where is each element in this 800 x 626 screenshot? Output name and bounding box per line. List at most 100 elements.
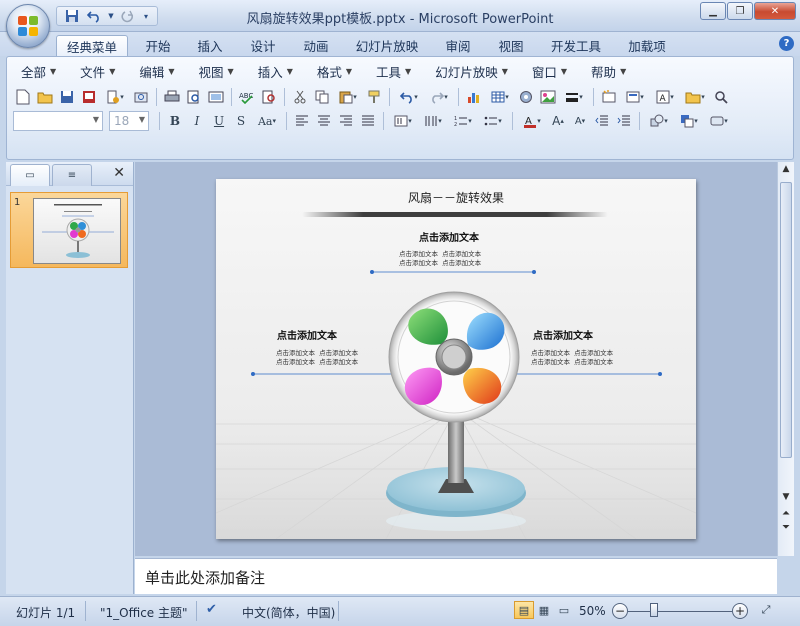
notes-pane[interactable]: 单击此处添加备注 — [135, 558, 777, 594]
restore-button[interactable]: ❐ — [727, 2, 753, 20]
menu-window[interactable]: 窗口 ▼ — [524, 61, 575, 81]
slide-thumbnail[interactable] — [33, 198, 121, 264]
print-icon[interactable] — [162, 87, 182, 107]
tab-slides[interactable]: ▭ — [10, 164, 50, 186]
bullets-icon[interactable]: ▾ — [479, 111, 507, 131]
open-folder-icon[interactable] — [35, 87, 55, 107]
tab-home[interactable]: 开始 — [138, 35, 178, 56]
clipart-icon[interactable] — [516, 87, 536, 107]
normal-view-icon[interactable]: ▤ — [514, 601, 534, 619]
tab-design[interactable]: 设计 — [243, 35, 283, 56]
language-indicator[interactable]: 中文(简体，中国) — [242, 604, 335, 621]
shadow-icon[interactable]: S — [231, 111, 251, 131]
help-icon[interactable]: ? — [779, 36, 794, 51]
align-center-icon[interactable] — [314, 111, 334, 131]
zoom-slider-track[interactable] — [628, 611, 732, 612]
tab-insert[interactable]: 插入 — [190, 35, 230, 56]
slideshow-view-icon[interactable]: ▭ — [554, 601, 574, 619]
line-style-icon[interactable]: ▾ — [560, 87, 588, 107]
tab-classic-menu[interactable]: 经典菜单 — [56, 35, 128, 56]
next-slide-icon[interactable]: ⏷ — [778, 522, 794, 533]
close-button[interactable]: ✕ — [754, 2, 796, 20]
tab-outline[interactable]: ≡ — [52, 164, 92, 186]
tab-review[interactable]: 审阅 — [438, 35, 478, 56]
previous-slide-icon[interactable]: ⏶ — [778, 508, 794, 519]
zoom-in-icon[interactable]: + — [732, 603, 748, 619]
spell-check-icon[interactable]: ✔ — [206, 602, 217, 617]
new-document-icon[interactable] — [13, 87, 33, 107]
text-direction-icon[interactable]: ▾ — [389, 111, 417, 131]
tab-slideshow[interactable]: 幻灯片放映 — [352, 35, 422, 56]
shrink-font-icon[interactable]: A ▾ — [570, 111, 590, 131]
zoom-out-icon[interactable]: − — [612, 603, 628, 619]
shapes-icon[interactable]: ▾ — [645, 111, 673, 131]
undo-icon[interactable] — [85, 8, 103, 24]
save-as-pdf-icon[interactable] — [79, 87, 99, 107]
search-icon[interactable] — [711, 87, 731, 107]
save-icon[interactable] — [57, 87, 77, 107]
paste-icon[interactable]: ▾ — [334, 87, 362, 107]
zoom-slider-thumb[interactable] — [650, 603, 658, 617]
menu-tools[interactable]: 工具 ▼ — [368, 61, 419, 81]
layout-icon[interactable]: ▾ — [621, 87, 649, 107]
justify-icon[interactable] — [358, 111, 378, 131]
format-painter-icon[interactable] — [364, 87, 384, 107]
redo-icon[interactable]: ▾ — [425, 87, 453, 107]
grow-font-icon[interactable]: A ▴ — [548, 111, 568, 131]
arrange-icon[interactable]: ▾ — [675, 111, 703, 131]
copy-icon[interactable] — [312, 87, 332, 107]
table-icon[interactable]: ▾ — [486, 87, 514, 107]
tab-addins[interactable]: 加载项 — [622, 35, 672, 56]
fit-to-window-icon[interactable]: ⤢ — [756, 601, 776, 619]
new-slide-icon[interactable] — [599, 87, 619, 107]
font-color-icon[interactable]: A ▾ — [518, 111, 546, 131]
minimize-button[interactable]: ▁ — [700, 2, 726, 20]
scrollbar-thumb[interactable] — [780, 182, 792, 458]
menu-view[interactable]: 视图 ▼ — [191, 61, 242, 81]
numbering-icon[interactable]: 1 2 ▾ — [449, 111, 477, 131]
slide-thumbnail-selected[interactable]: 1 — [10, 192, 128, 268]
tab-view[interactable]: 视图 — [491, 35, 531, 56]
menu-file[interactable]: 文件 ▼ — [72, 61, 123, 81]
slide-sorter-view-icon[interactable]: ▦ — [534, 601, 554, 619]
menu-help[interactable]: 帮助 ▼ — [583, 61, 634, 81]
customize-qat-icon[interactable]: ▾ — [141, 8, 151, 24]
menu-slideshow[interactable]: 幻灯片放映 ▼ — [427, 61, 516, 81]
slide-view-icon[interactable] — [206, 87, 226, 107]
tab-animations[interactable]: 动画 — [296, 35, 336, 56]
redo-icon[interactable] — [119, 8, 137, 24]
columns-icon[interactable]: ▾ — [419, 111, 447, 131]
theme-name[interactable]: "1_Office 主题" — [100, 604, 188, 621]
menu-format[interactable]: 格式 ▼ — [309, 61, 360, 81]
attach-icon[interactable] — [131, 87, 151, 107]
underline-icon[interactable]: U — [209, 111, 229, 131]
spelling-icon[interactable]: ABC — [237, 87, 257, 107]
undo-icon[interactable]: ▾ — [395, 87, 423, 107]
change-case-icon[interactable]: Aa ▾ — [253, 111, 281, 131]
tab-developer[interactable]: 开发工具 — [546, 35, 606, 56]
folder-icon[interactable]: ▾ — [681, 87, 709, 107]
menu-all[interactable]: 全部 ▼ — [13, 61, 64, 81]
italic-icon[interactable]: I — [187, 111, 207, 131]
office-button[interactable] — [6, 4, 50, 48]
bold-icon[interactable]: B — [165, 111, 185, 131]
vertical-scrollbar[interactable]: ▲ ▼ ⏶ ⏷ — [777, 162, 794, 556]
menu-edit[interactable]: 编辑 ▼ — [131, 61, 182, 81]
research-icon[interactable] — [259, 87, 279, 107]
align-right-icon[interactable] — [336, 111, 356, 131]
font-name-combobox[interactable]: ▼ — [13, 111, 103, 131]
text-box-icon[interactable]: A ▾ — [651, 87, 679, 107]
zoom-level[interactable]: 50% — [579, 604, 606, 618]
permission-icon[interactable]: ▾ — [101, 87, 129, 107]
cut-icon[interactable] — [290, 87, 310, 107]
increase-indent-icon[interactable] — [614, 111, 634, 131]
align-left-icon[interactable] — [292, 111, 312, 131]
decrease-indent-icon[interactable] — [592, 111, 612, 131]
scroll-down-icon[interactable]: ▼ — [778, 492, 794, 502]
save-icon[interactable] — [63, 8, 81, 24]
font-size-combobox[interactable]: 18 ▼ — [109, 111, 149, 131]
menu-insert[interactable]: 插入 ▼ — [250, 61, 301, 81]
undo-dropdown-icon[interactable]: ▼ — [107, 8, 115, 24]
scroll-up-icon[interactable]: ▲ — [778, 164, 794, 174]
close-panel-icon[interactable]: ✕ — [113, 165, 125, 181]
